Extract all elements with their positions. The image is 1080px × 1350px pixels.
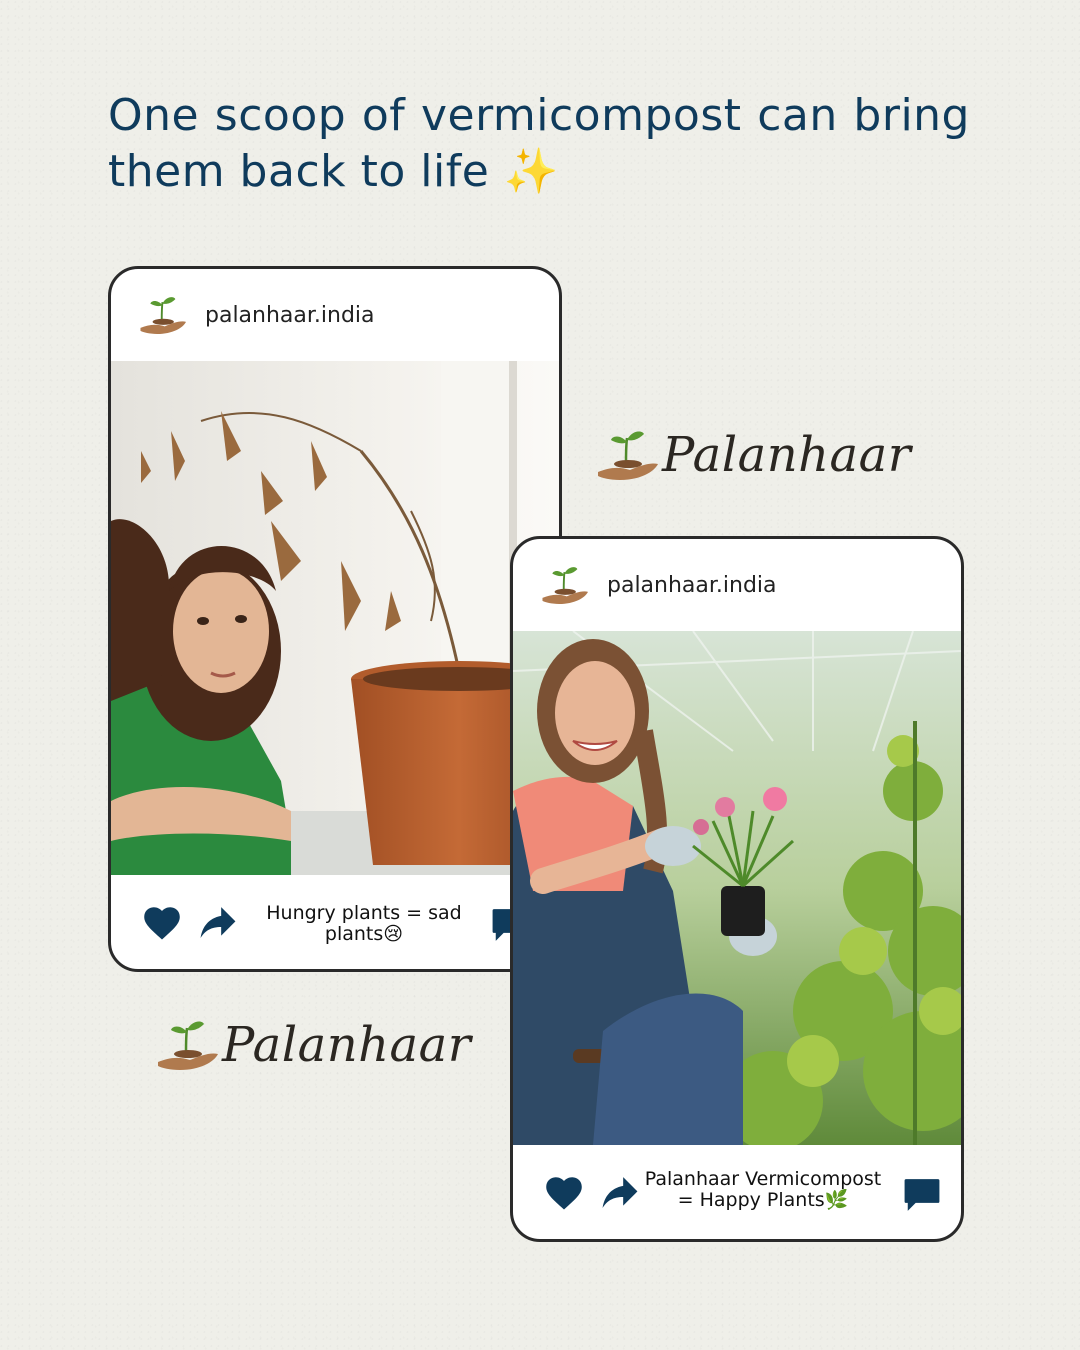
share-icon[interactable]	[601, 1175, 639, 1211]
hand-with-sprout-icon	[598, 431, 658, 480]
post-actions: Palanhaar Vermicompost = Happy Plants🌿	[513, 1147, 961, 1239]
headline: One scoop of vermicompost can bring them…	[108, 88, 970, 200]
post-caption: Hungry plants = sad plants😢	[251, 903, 477, 945]
caption-line-2: plants	[324, 923, 384, 945]
brand-logo-upper: Palanhaar	[596, 426, 911, 484]
brand-logo-lower: Palanhaar	[156, 1016, 471, 1074]
post-handle[interactable]: palanhaar.india	[607, 573, 777, 598]
post-card-sad: palanhaar.india Hungry plants = sad plan…	[108, 266, 562, 972]
post-card-happy: palanhaar.india Palanhaar Vermicompost =…	[510, 536, 964, 1242]
brand-name: Palanhaar	[222, 1017, 472, 1073]
heart-icon[interactable]	[545, 1177, 583, 1211]
caption-line-2: = Happy Plants	[677, 1189, 825, 1211]
caption-line-1: Hungry plants = sad	[266, 902, 462, 924]
post-handle[interactable]: palanhaar.india	[205, 303, 375, 328]
sad-emoji: 😢	[383, 923, 404, 945]
post-actions: Hungry plants = sad plants😢	[111, 877, 559, 969]
caption-line-1: Palanhaar Vermicompost	[644, 1168, 882, 1190]
post-header: palanhaar.india	[111, 269, 559, 361]
comment-icon[interactable]	[903, 1177, 941, 1213]
hand-with-sprout-icon	[158, 1021, 218, 1070]
post-caption: Palanhaar Vermicompost = Happy Plants🌿	[637, 1169, 889, 1211]
heart-icon[interactable]	[143, 907, 181, 941]
share-icon[interactable]	[199, 905, 237, 941]
hand-with-sprout-icon	[542, 567, 588, 604]
brand-name: Palanhaar	[662, 427, 912, 483]
hand-with-sprout-icon	[140, 297, 186, 334]
post-photo-greenhouse	[513, 631, 961, 1145]
sparkles-emoji: ✨	[503, 146, 560, 197]
post-photo-dead-plant	[111, 361, 559, 875]
herb-emoji: 🌿	[824, 1189, 849, 1211]
post-header: palanhaar.india	[513, 539, 961, 631]
